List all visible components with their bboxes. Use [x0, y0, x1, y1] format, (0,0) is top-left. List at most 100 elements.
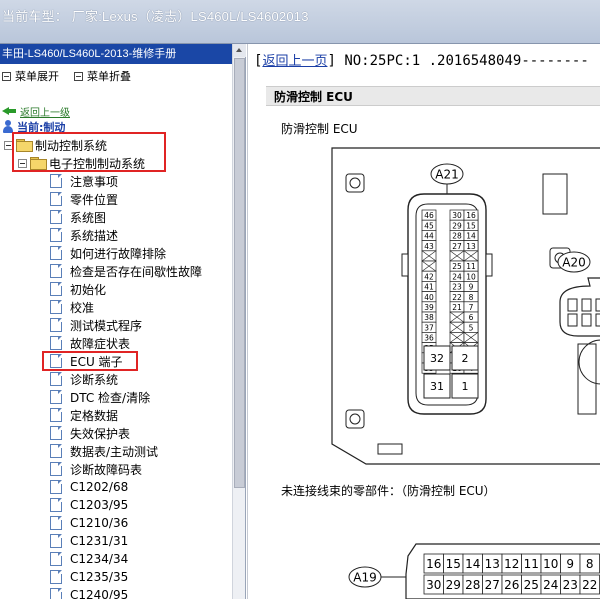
pin-number: 43 — [424, 242, 434, 251]
pin-number: 22 — [452, 293, 462, 302]
tree-item[interactable]: 诊断故障码表 — [50, 460, 142, 478]
pin-number: 36 — [424, 334, 434, 343]
tree-item-label: 定格数据 — [70, 408, 119, 423]
expand-icon — [2, 71, 11, 81]
tree-item-label: 检查是否存在间歇性故障 — [70, 264, 203, 279]
pin-number: 16 — [466, 211, 476, 220]
highlight-box — [12, 132, 166, 172]
ecu-connector-diagram: 4645444342414039383736353433302928272524… — [331, 147, 600, 465]
document-icon — [50, 336, 62, 350]
document-icon — [50, 552, 62, 566]
power-pin-number: 31 — [430, 380, 444, 393]
nav-tree: 返回上一级 当前:制动 制动控制系统 电子控制制动系统 注意事项 零件位置 系统图系… — [0, 100, 232, 599]
tree-item-label: 系统图 — [70, 210, 107, 225]
tree-item-label: 如何进行故障排除 — [70, 246, 167, 261]
pin-number: 23 — [452, 283, 462, 292]
tree-item[interactable]: 注意事项 — [50, 172, 118, 190]
tree-item-label: 失效保护表 — [70, 426, 131, 441]
pin-number: 27 — [452, 242, 462, 251]
pin-number: 6 — [469, 313, 474, 322]
pin-number: 39 — [424, 303, 434, 312]
tree-item[interactable]: 系统图 — [50, 208, 106, 226]
scroll-up-icon[interactable] — [233, 44, 246, 57]
document-icon — [50, 480, 62, 494]
pin-number: 14 — [466, 232, 476, 241]
pin-number: 15 — [466, 221, 476, 230]
tree-item[interactable]: 诊断系统 — [50, 370, 118, 388]
pin-number: 7 — [469, 303, 474, 312]
scroll-thumb[interactable] — [234, 58, 245, 488]
tree-item[interactable]: 故障症状表 — [50, 334, 130, 352]
tree-item[interactable]: 测试模式程序 — [50, 316, 142, 334]
pin-number: 8 — [469, 293, 474, 302]
left-panel: 丰田-LS460/LS460L-2013-维修手册 菜单展开 菜单折叠 返回上一… — [0, 44, 246, 599]
collapse-icon — [74, 71, 83, 81]
power-pin-number: 1 — [462, 380, 469, 393]
document-icon — [50, 282, 62, 296]
expand-menu-button[interactable]: 菜单展开 — [2, 68, 59, 84]
selected-highlight-box — [42, 351, 138, 371]
pin-number: 45 — [424, 221, 434, 230]
tree-item-label: C1203/95 — [70, 498, 129, 512]
pin-number: 28 — [452, 232, 462, 241]
tree-item[interactable]: 定格数据 — [50, 406, 118, 424]
tree-item[interactable]: C1235/35 — [50, 568, 128, 586]
tree-item[interactable]: DTC 检查/清除 — [50, 388, 150, 406]
left-scrollbar[interactable] — [232, 44, 246, 599]
window-title: 当前车型： 厂家:Lexus（凌志）LS460L/LS4602013 — [2, 9, 309, 24]
a21-pin-grid: 4645444342414039383736353433302928272524… — [421, 209, 479, 399]
unconnected-caption: 未连接线束的零部件：（防滑控制 ECU） — [281, 484, 496, 498]
tree-item-label: C1234/34 — [70, 552, 129, 566]
document-icon — [50, 192, 62, 206]
document-icon — [50, 408, 62, 422]
tree-item-label: 初始化 — [70, 282, 107, 297]
tree-item[interactable]: C1231/31 — [50, 532, 128, 550]
document-icon — [50, 444, 62, 458]
pin-number: 11 — [466, 262, 476, 271]
document-icon — [50, 516, 62, 530]
pin-number: 13 — [466, 242, 476, 251]
pin-number: 37 — [424, 323, 434, 332]
document-icon — [50, 210, 62, 224]
expand-label: 菜单展开 — [15, 70, 59, 83]
title-bar: 当前车型： 厂家:Lexus（凌志）LS460L/LS4602013 — [0, 0, 600, 44]
document-icon — [50, 534, 62, 548]
tree-item[interactable]: 检查是否存在间歇性故障 — [50, 262, 202, 280]
document-icon — [50, 462, 62, 476]
pin-number: 46 — [424, 211, 434, 220]
tree-item[interactable]: 初始化 — [50, 280, 106, 298]
document-icon — [50, 300, 62, 314]
tree-item[interactable]: C1202/68 — [50, 478, 128, 496]
pin-number: 44 — [424, 232, 434, 241]
tree-item[interactable]: 校准 — [50, 298, 94, 316]
pin-number: 25 — [452, 262, 462, 271]
document-icon — [50, 498, 62, 512]
tree-item[interactable]: C1240/95 — [50, 586, 128, 599]
document-icon — [50, 264, 62, 278]
document-icon — [50, 426, 62, 440]
tree-item-label: 零件位置 — [70, 192, 119, 207]
tree-item-label: 测试模式程序 — [70, 318, 143, 333]
back-link-label: 返回上一级 — [20, 107, 70, 119]
tree-item[interactable]: 数据表/主动测试 — [50, 442, 158, 460]
tree-item[interactable]: 零件位置 — [50, 190, 118, 208]
tree-item-label: 系统描述 — [70, 228, 119, 243]
pin-number: 41 — [424, 283, 434, 292]
tree-item-label: 数据表/主动测试 — [70, 444, 159, 459]
tree-item[interactable]: 失效保护表 — [50, 424, 130, 442]
tree-item[interactable]: C1210/36 — [50, 514, 128, 532]
collapse-menu-button[interactable]: 菜单折叠 — [74, 68, 131, 84]
tree-item[interactable]: C1203/95 — [50, 496, 128, 514]
power-pin-number: 2 — [462, 352, 469, 365]
document-icon — [50, 570, 62, 584]
pin-number: 10 — [466, 272, 476, 281]
tree-item[interactable]: 如何进行故障排除 — [50, 244, 166, 262]
menu-toolbar: 菜单展开 菜单折叠 — [0, 66, 232, 86]
pin-number: 29 — [452, 221, 462, 230]
tree-item[interactable]: C1234/34 — [50, 550, 128, 568]
document-icon — [50, 174, 62, 188]
tree-item-label: C1235/35 — [70, 570, 129, 584]
tree-item[interactable]: 系统描述 — [50, 226, 118, 244]
collapse-label: 菜单折叠 — [87, 70, 131, 83]
manual-header: 丰田-LS460/LS460L-2013-维修手册 — [0, 44, 232, 64]
